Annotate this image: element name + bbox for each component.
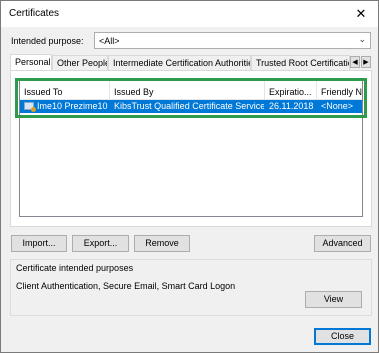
intended-purposes-title: Certificate intended purposes	[16, 263, 134, 273]
certificates-dialog: Certificates ✕ Intended purpose: <All> ⌄…	[0, 0, 379, 353]
cell-issued-by: KibsTrust Qualified Certificate Services	[114, 101, 264, 111]
column-issued-by[interactable]: Issued By	[110, 81, 265, 100]
tab-scroll-right-icon[interactable]: ▶	[361, 56, 371, 68]
cell-friendly-name: <None>	[321, 101, 354, 111]
tab-intermediate-ca[interactable]: Intermediate Certification Authorities	[108, 55, 251, 70]
intended-purpose-label: Intended purpose:	[11, 36, 84, 46]
column-friendly-name[interactable]: Friendly Na	[317, 81, 362, 100]
tab-trusted-root-ca[interactable]: Trusted Root Certification	[251, 55, 350, 70]
tab-other-people[interactable]: Other People	[52, 55, 108, 70]
cell-expiration: 26.11.2018	[269, 101, 314, 111]
close-button[interactable]: Close	[314, 328, 371, 345]
advanced-button[interactable]: Advanced	[314, 235, 371, 252]
certificate-list[interactable]: Issued To Issued By Expiratio... Friendl…	[19, 80, 363, 217]
cell-issued-to: Ime10 Prezime10	[37, 101, 108, 111]
close-icon[interactable]: ✕	[350, 4, 372, 24]
remove-button[interactable]: Remove	[134, 235, 190, 252]
table-row[interactable]: Ime10 Prezime10 KibsTrust Qualified Cert…	[20, 100, 362, 113]
chevron-down-icon: ⌄	[358, 34, 366, 44]
intended-purposes-text: Client Authentication, Secure Email, Sma…	[16, 281, 236, 291]
import-button[interactable]: Import...	[11, 235, 67, 252]
view-button[interactable]: View	[305, 291, 362, 308]
window-title: Certificates	[9, 8, 60, 19]
column-issued-to[interactable]: Issued To	[20, 81, 110, 100]
intended-purpose-dropdown[interactable]: <All> ⌄	[94, 32, 371, 49]
certificate-store-tabs: Personal Other People Intermediate Certi…	[10, 54, 372, 71]
tab-personal[interactable]: Personal	[10, 54, 52, 71]
intended-purpose-value: <All>	[99, 36, 120, 46]
export-button[interactable]: Export...	[72, 235, 129, 252]
column-expiration[interactable]: Expiratio...	[265, 81, 317, 100]
title-bar: Certificates ✕	[1, 1, 378, 27]
list-header: Issued To Issued By Expiratio... Friendl…	[20, 81, 362, 100]
tab-scroll-left-icon[interactable]: ◀	[350, 56, 360, 68]
certificate-icon	[24, 102, 36, 112]
